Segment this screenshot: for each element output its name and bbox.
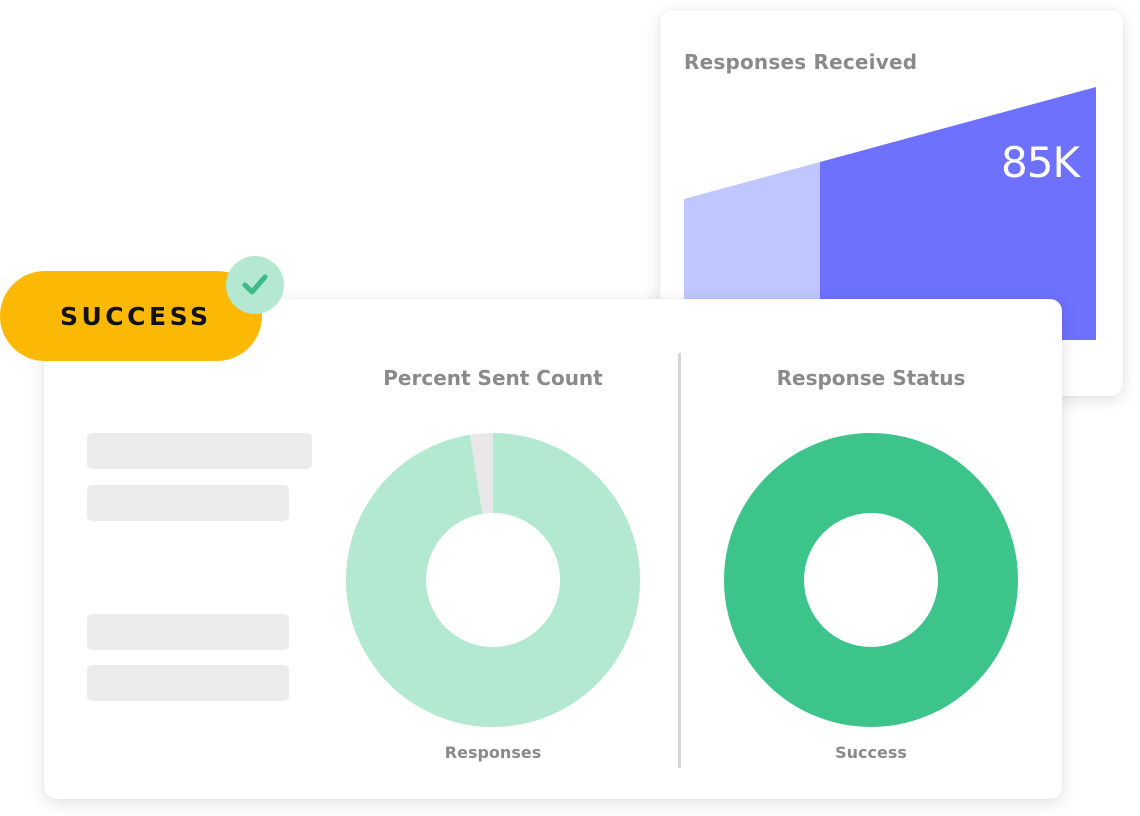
placeholder-bar — [87, 614, 289, 650]
response-status-caption: Success — [835, 743, 907, 762]
dashboard-canvas: Responses Received 85K Percent Sent Coun… — [0, 0, 1140, 816]
placeholder-bar — [87, 665, 289, 701]
success-status-pill: SUCCESS — [0, 271, 262, 361]
percent-sent-donut — [345, 433, 640, 727]
response-status-slice — [724, 433, 1018, 727]
percent-sent-title: Percent Sent Count — [383, 366, 603, 390]
summary-card: Percent Sent Count Responses Response St… — [44, 299, 1062, 799]
placeholder-bar — [87, 485, 289, 521]
responses-received-title: Responses Received — [684, 50, 918, 74]
responses-received-value: 85K — [1001, 138, 1080, 187]
check-icon — [242, 274, 268, 295]
percent-sent-caption: Responses — [444, 743, 542, 762]
success-label: SUCCESS — [60, 301, 212, 331]
success-check-badge — [226, 256, 284, 314]
response-status-title: Response Status — [776, 366, 966, 390]
response-status-donut — [724, 433, 1018, 727]
placeholder-bar — [87, 433, 312, 469]
section-divider — [678, 353, 681, 768]
